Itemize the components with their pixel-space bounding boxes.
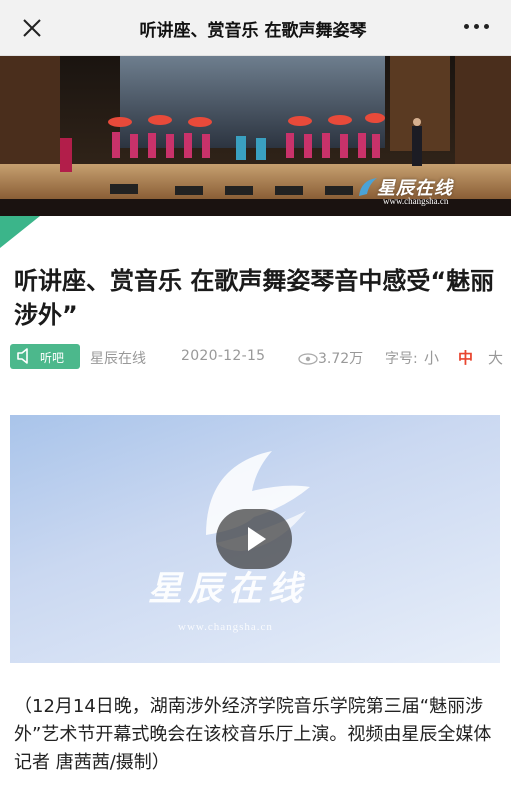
hero-image: 星辰在线 www.changsha.cn (0, 56, 511, 216)
speaker-icon (17, 348, 28, 364)
watermark-url: www.changsha.cn (383, 196, 449, 206)
top-bar: 听讲座、赏音乐 在歌声舞姿琴 (0, 0, 511, 56)
close-icon[interactable] (20, 16, 44, 40)
play-icon (248, 527, 266, 551)
page-title: 听讲座、赏音乐 在歌声舞姿琴 (139, 21, 367, 41)
eye-icon (298, 353, 318, 365)
article-source[interactable]: 星辰在线 (90, 348, 146, 368)
video-url: www.changsha.cn (178, 621, 273, 633)
article-meta: 听吧 星辰在线 2020-12-15 3.72万 字号: 小 中 大 (10, 344, 510, 370)
video-caption: （12月14日晚，湖南涉外经济学院音乐学院第三届“魅丽涉外”艺术节开幕式晚会在该… (14, 696, 492, 773)
article-title: 听讲座、赏音乐 在歌声舞姿琴音中感受“魅丽涉外” (14, 267, 495, 329)
more-icon[interactable] (464, 24, 489, 29)
hero-watermark: 星辰在线 www.changsha.cn (355, 172, 495, 212)
corner-accent (0, 216, 40, 248)
font-size-large[interactable]: 大 (488, 347, 503, 368)
font-size-medium[interactable]: 中 (458, 347, 473, 368)
font-size-label: 字号: (385, 351, 418, 367)
listen-label: 听吧 (40, 351, 65, 365)
article-date: 2020-12-15 (181, 348, 266, 364)
video-player[interactable]: 星辰在线 www.changsha.cn (10, 415, 500, 663)
view-count: 3.72万 (298, 348, 363, 368)
font-size-small[interactable]: 小 (424, 347, 439, 368)
play-button[interactable] (216, 509, 292, 569)
video-logo-text: 星辰在线 (148, 569, 308, 609)
view-count-value: 3.72万 (318, 351, 364, 367)
listen-button[interactable]: 听吧 (10, 344, 80, 369)
